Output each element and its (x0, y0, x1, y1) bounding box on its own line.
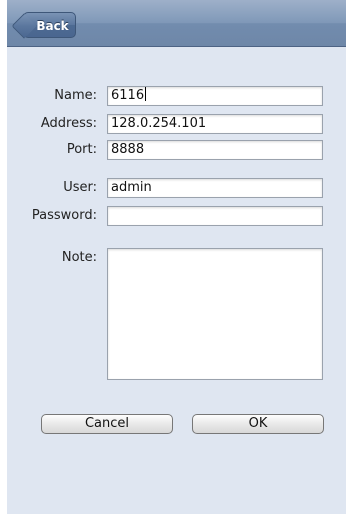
address-field[interactable]: 128.0.254.101 (107, 114, 323, 134)
back-button-label: Back (36, 19, 69, 33)
cancel-button-label: Cancel (84, 416, 130, 431)
port-value: 8888 (111, 142, 145, 157)
user-field[interactable]: admin (107, 178, 323, 198)
name-value: 6116 (111, 88, 145, 103)
address-value: 128.0.254.101 (111, 116, 207, 131)
password-label: Password: (31, 208, 97, 223)
name-field[interactable]: 6116 (107, 86, 323, 106)
user-label: User: (63, 180, 97, 195)
note-label: Note: (61, 250, 97, 265)
ok-button[interactable]: OK (192, 414, 324, 434)
port-label: Port: (66, 142, 97, 157)
address-label: Address: (40, 116, 97, 131)
password-field[interactable] (107, 206, 323, 226)
text-cursor (145, 87, 147, 101)
app-screen: Back Name: 6116 Address: 128.0.254.101 P… (7, 0, 346, 514)
note-textarea[interactable] (107, 248, 323, 380)
back-button[interactable]: Back (23, 12, 76, 38)
user-value: admin (111, 180, 152, 195)
ok-button-label: OK (248, 416, 268, 431)
port-field[interactable]: 8888 (107, 140, 323, 160)
name-label: Name: (54, 88, 97, 103)
cancel-button[interactable]: Cancel (41, 414, 173, 434)
navigation-bar: Back (7, 0, 346, 47)
